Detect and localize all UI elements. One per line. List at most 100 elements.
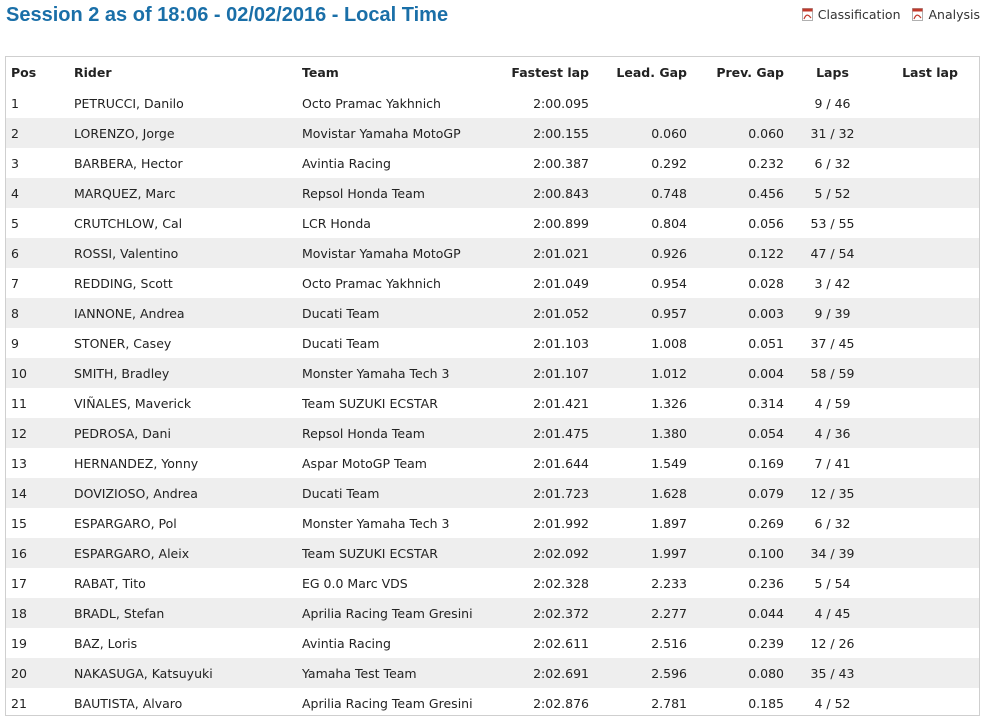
table-row: 8 IANNONE, Andrea Ducati Team 2:01.052 0.957… [6, 298, 979, 328]
cell-prev-gap [687, 88, 784, 118]
cell-lead-gap: 0.748 [589, 178, 687, 208]
cell-laps: 31 / 32 [784, 118, 881, 148]
cell-pos: 15 [11, 515, 27, 531]
cell-laps: 12 / 35 [784, 478, 881, 508]
cell-pos: 14 [6, 478, 74, 508]
table-row: 2 LORENZO, Jorge Movistar Yamaha MotoGP 2:0… [6, 118, 979, 148]
cell-team: LCR Honda [302, 215, 371, 231]
column-header-laps: Laps [816, 65, 849, 80]
cell-last-lap [881, 358, 979, 388]
table-row: 3 BARBERA, Hector Avintia Racing 2:00.387 0.… [6, 148, 979, 178]
pdf-icon [912, 8, 924, 21]
cell-prev-gap: 0.185 [748, 695, 784, 711]
cell-last-lap [881, 298, 979, 328]
cell-fastest-lap: 2:00.387 [533, 155, 589, 171]
cell-fastest-lap: 2:02.876 [533, 695, 589, 711]
cell-team: Aprilia Racing Team Gresini [302, 695, 473, 711]
cell-rider: BRADL, Stefan [74, 598, 302, 628]
cell-last-lap [881, 538, 979, 568]
cell-last-lap [881, 148, 979, 178]
cell-lead-gap: 0.060 [589, 118, 687, 148]
cell-rider: STONER, Casey [74, 335, 172, 351]
cell-laps: 6 / 32 [814, 515, 851, 531]
cell-last-lap [881, 118, 979, 148]
cell-fastest-lap: 2:02.092 [486, 538, 589, 568]
cell-team: Avintia Racing [302, 155, 391, 171]
cell-lead-gap: 2.596 [589, 658, 687, 688]
cell-last-lap [881, 598, 979, 628]
report-links: Classification Analysis [794, 7, 980, 24]
column-header-pos: Pos [11, 65, 37, 80]
cell-last-lap [881, 508, 979, 538]
cell-rider: PEDROSA, Dani [74, 418, 302, 448]
cell-prev-gap: 0.056 [748, 215, 784, 231]
cell-pos: 21 [11, 695, 27, 711]
cell-pos: 9 [11, 335, 19, 351]
cell-fastest-lap: 2:01.049 [533, 275, 589, 291]
cell-lead-gap: 1.380 [589, 418, 687, 448]
cell-laps: 4 / 52 [814, 695, 851, 711]
column-header-last-lap: Last lap [902, 65, 958, 80]
cell-team: Octo Pramac Yakhnich [302, 275, 441, 291]
results-table: Pos Rider Team Fastest lap Lead. Gap Pre… [6, 57, 979, 715]
cell-laps: 53 / 55 [810, 215, 855, 231]
cell-prev-gap: 0.456 [687, 178, 784, 208]
table-row: 9 STONER, Casey Ducati Team 2:01.103 1.008 0.… [6, 328, 979, 358]
cell-rider: CRUTCHLOW, Cal [74, 215, 183, 231]
cell-laps: 4 / 36 [784, 418, 881, 448]
cell-rider: REDDING, Scott [74, 275, 173, 291]
cell-last-lap [881, 478, 979, 508]
column-header-prev-gap: Prev. Gap [716, 65, 784, 80]
column-header-team: Team [302, 65, 339, 80]
cell-pos: 7 [11, 275, 19, 291]
analysis-pdf-link[interactable]: Analysis [912, 7, 980, 22]
table-row: 15 ESPARGARO, Pol Monster Yamaha Tech 3 2:0… [6, 508, 979, 538]
cell-rider: VIÑALES, Maverick [74, 395, 192, 411]
cell-prev-gap: 0.239 [748, 635, 784, 651]
cell-fastest-lap: 2:01.723 [486, 478, 589, 508]
cell-lead-gap: 0.957 [589, 298, 687, 328]
cell-lead-gap: 1.326 [651, 395, 687, 411]
cell-laps: 34 / 39 [784, 538, 881, 568]
cell-rider: BAUTISTA, Alvaro [74, 695, 183, 711]
cell-fastest-lap: 2:01.021 [486, 238, 589, 268]
cell-prev-gap: 0.269 [748, 515, 784, 531]
analysis-link-label: Analysis [928, 7, 980, 22]
cell-laps: 4 / 59 [814, 395, 851, 411]
cell-prev-gap: 0.169 [748, 455, 784, 471]
cell-prev-gap: 0.003 [687, 298, 784, 328]
cell-team: Ducati Team [302, 335, 380, 351]
cell-fastest-lap: 2:00.155 [486, 118, 589, 148]
cell-pos: 4 [6, 178, 74, 208]
cell-team: Ducati Team [302, 478, 486, 508]
cell-last-lap [881, 88, 979, 118]
cell-laps: 35 / 43 [784, 658, 881, 688]
cell-laps: 4 / 45 [784, 598, 881, 628]
cell-prev-gap: 0.080 [687, 658, 784, 688]
classification-link-label: Classification [817, 7, 901, 22]
cell-fastest-lap: 2:01.107 [486, 358, 589, 388]
cell-team: Repsol Honda Team [302, 418, 486, 448]
cell-fastest-lap: 2:00.899 [533, 215, 589, 231]
column-header-fastest-lap: Fastest lap [511, 65, 589, 80]
cell-fastest-lap: 2:00.095 [533, 95, 589, 111]
cell-pos: 20 [6, 658, 74, 688]
cell-team: EG 0.0 Marc VDS [302, 575, 408, 591]
cell-laps: 5 / 54 [814, 575, 851, 591]
cell-rider: ROSSI, Valentino [74, 238, 302, 268]
cell-lead-gap: 1.897 [651, 515, 687, 531]
cell-last-lap [881, 238, 979, 268]
table-row: 13 HERNANDEZ, Yonny Aspar MotoGP Team 2:01.… [6, 448, 979, 478]
cell-laps: 9 / 46 [814, 95, 851, 111]
cell-lead-gap: 0.804 [651, 215, 687, 231]
cell-lead-gap: 2.277 [589, 598, 687, 628]
cell-laps: 7 / 41 [814, 455, 851, 471]
cell-rider: IANNONE, Andrea [74, 298, 302, 328]
cell-pos: 12 [6, 418, 74, 448]
cell-rider: MARQUEZ, Marc [74, 178, 302, 208]
cell-prev-gap: 0.236 [748, 575, 784, 591]
classification-pdf-link[interactable]: Classification [801, 7, 901, 22]
cell-fastest-lap: 2:02.611 [533, 635, 589, 651]
cell-fastest-lap: 2:00.843 [486, 178, 589, 208]
cell-lead-gap: 2.781 [651, 695, 687, 711]
